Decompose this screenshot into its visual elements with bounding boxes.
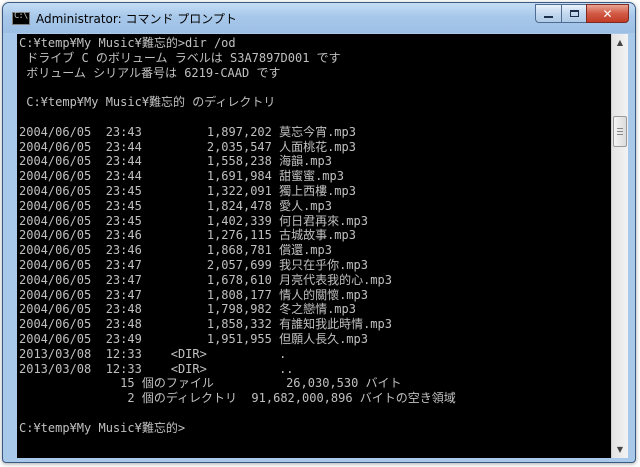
console-line: 2004/06/05 23:45 1,824,478 愛人.mp3 — [19, 198, 332, 213]
console-line: 2004/06/05 23:47 1,678,610 月亮代表我的心.mp3 — [19, 272, 392, 287]
cmd-window-icon[interactable]: C:\ — [12, 11, 30, 25]
console-line: 15 個のファイル 26,030,530 バイト — [19, 376, 402, 391]
console-line: C:¥temp¥My Music¥難忘的> — [19, 420, 186, 435]
vertical-scrollbar[interactable]: ▲ ▼ — [611, 34, 628, 458]
console-line: C:¥temp¥My Music¥難忘的 のディレクトリ — [19, 95, 276, 110]
console-line: 2013/03/08 12:33 <DIR> .. — [19, 361, 294, 376]
console-line: 2004/06/05 23:47 1,808,177 情人的關懷.mp3 — [19, 287, 368, 302]
console-line: 2004/06/05 23:44 1,691,984 甜蜜蜜.mp3 — [19, 169, 344, 184]
console-line: 2004/06/05 23:47 2,057,699 我只在乎你.mp3 — [19, 257, 368, 272]
window-title: Administrator: コマンド プロンプト — [36, 12, 237, 26]
thumb-grip-line — [617, 128, 623, 129]
console-line: 2004/06/05 23:48 1,858,332 有誰知我此時情.mp3 — [19, 317, 392, 332]
console-line: 2004/06/05 23:46 1,276,115 古城故事.mp3 — [19, 228, 356, 243]
console-line: ボリューム シリアル番号は 6219-CAAD です — [19, 65, 281, 80]
console-line: 2004/06/05 23:43 1,897,202 莫忘今宵.mp3 — [19, 124, 356, 139]
close-icon: ✕ — [602, 6, 613, 21]
command-prompt-window: C:\ Administrator: コマンド プロンプト ✕ C:¥temp¥… — [2, 2, 636, 463]
console-line: 2004/06/05 23:45 1,322,091 獨上西樓.mp3 — [19, 183, 356, 198]
minimize-button[interactable] — [535, 4, 561, 23]
console-text: C:¥temp¥My Music¥難忘的>dir /od ドライブ C のボリュ… — [17, 34, 611, 436]
maximize-button[interactable] — [561, 4, 586, 23]
caption-buttons: ✕ — [535, 4, 629, 23]
scroll-down-arrow-icon[interactable]: ▼ — [612, 441, 628, 458]
console-line: 2004/06/05 23:48 1,798,982 冬之戀情.mp3 — [19, 302, 356, 317]
console-line: 2 個のディレクトリ 91,682,000,896 バイトの空き領域 — [19, 391, 456, 406]
thumb-grip-line — [617, 131, 623, 132]
console-line: 2004/06/05 23:46 1,868,781 償還.mp3 — [19, 243, 332, 258]
console-line: 2004/06/05 23:45 1,402,339 何日君再來.mp3 — [19, 213, 368, 228]
console-line: C:¥temp¥My Music¥難忘的>dir /od — [19, 36, 236, 50]
console-line: 2004/06/05 23:44 1,558,238 海韻.mp3 — [19, 154, 332, 169]
scrollbar-thumb[interactable] — [613, 116, 627, 147]
scroll-up-arrow-icon[interactable]: ▲ — [612, 34, 628, 51]
console-line: 2004/06/05 23:44 2,035,547 人面桃花.mp3 — [19, 139, 356, 154]
cmd-icon-text: C:\ — [14, 11, 28, 21]
console-line: ドライブ C のボリューム ラベルは S3A7897D001 です — [19, 50, 341, 65]
console-line: 2004/06/05 23:49 1,951,955 但願人長久.mp3 — [19, 331, 368, 346]
thumb-grip-line — [617, 134, 623, 135]
maximize-icon — [569, 10, 579, 17]
title-bar[interactable]: C:\ Administrator: コマンド プロンプト ✕ — [3, 3, 635, 33]
close-button[interactable]: ✕ — [586, 4, 629, 23]
minimize-icon — [544, 16, 553, 18]
console-line: 2013/03/08 12:33 <DIR> . — [19, 346, 287, 361]
console-output[interactable]: C:¥temp¥My Music¥難忘的>dir /od ドライブ C のボリュ… — [17, 34, 611, 458]
